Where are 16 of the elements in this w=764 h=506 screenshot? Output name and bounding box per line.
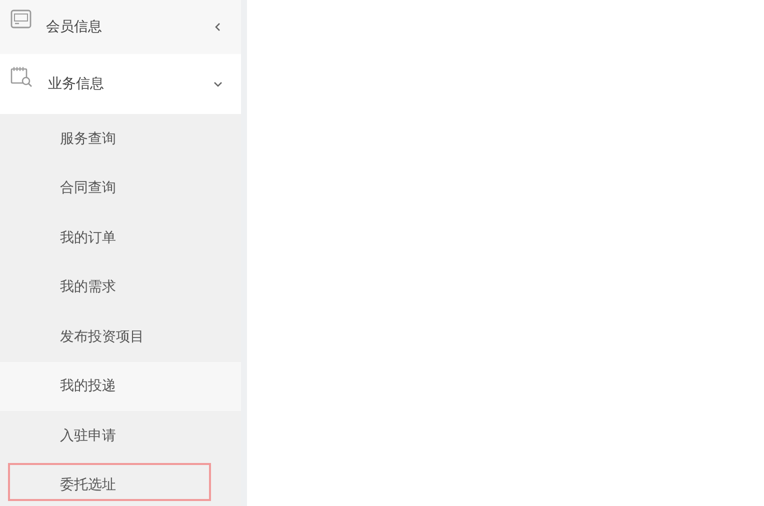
menu-group-label: 业务信息: [48, 75, 105, 93]
menu-group-label: 会员信息: [46, 18, 103, 36]
chevron-left-icon: [213, 22, 223, 32]
submenu-item[interactable]: 我的订单: [0, 213, 241, 262]
submenu-item[interactable]: 入驻申请: [0, 411, 241, 460]
submenu-item[interactable]: 我的投递: [0, 362, 241, 411]
submenu-item[interactable]: 合同查询: [0, 164, 241, 213]
calendar-search-icon: [10, 66, 34, 88]
submenu-item[interactable]: 服务查询: [0, 114, 241, 164]
menu-group-header[interactable]: 会员信息: [0, 0, 241, 54]
submenu-item[interactable]: 发布投资项目: [0, 312, 241, 362]
submenu-item[interactable]: 委托选址: [0, 460, 241, 506]
chevron-down-icon: [213, 79, 223, 89]
vip-card-icon: [10, 9, 32, 31]
submenu-item[interactable]: 我的需求: [0, 262, 241, 312]
menu-group-header[interactable]: 业务信息: [0, 54, 241, 114]
